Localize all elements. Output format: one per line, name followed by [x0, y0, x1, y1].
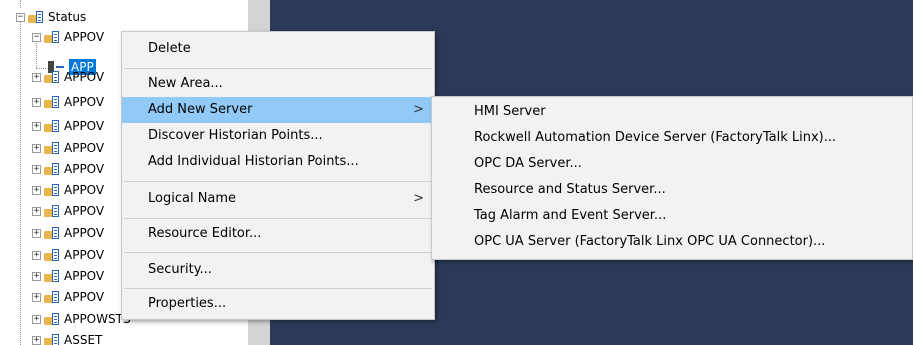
area-folder-icon — [44, 312, 61, 326]
menu-separator — [124, 68, 432, 69]
area-folder-icon — [44, 204, 61, 218]
context-menu: Delete New Area... Add New Server > Disco… — [121, 31, 435, 320]
add-new-server-submenu: HMI Server Rockwell Automation Device Se… — [431, 96, 913, 260]
menu-separator — [124, 181, 432, 182]
tree-item-label: APPOV — [64, 226, 105, 240]
submenu-arrow-icon: > — [413, 191, 424, 206]
tree-item[interactable]: + APPOV — [32, 287, 104, 307]
menu-item-logical-name[interactable]: Logical Name > — [122, 186, 434, 212]
area-folder-icon — [44, 141, 61, 155]
submenu-item-label: Resource and Status Server... — [474, 182, 666, 197]
submenu-item-opc-ua-server[interactable]: OPC UA Server (FactoryTalk Linx OPC UA C… — [432, 229, 912, 255]
tree-item[interactable]: + ASSET — [32, 330, 102, 345]
submenu-item-label: Tag Alarm and Event Server... — [474, 208, 667, 223]
area-folder-icon — [44, 183, 61, 197]
menu-item-label: Resource Editor... — [148, 226, 262, 241]
tree-item[interactable]: + APPOV — [32, 67, 104, 87]
menu-item-discover-historian-points[interactable]: Discover Historian Points... — [122, 123, 434, 149]
area-folder-icon — [44, 95, 61, 109]
area-folder-icon — [44, 162, 61, 176]
tree-item-label: APPOV — [64, 269, 105, 283]
area-folder-icon — [44, 70, 61, 84]
tree-item[interactable]: + APPOV — [32, 201, 104, 221]
menu-item-label: Logical Name — [148, 191, 237, 206]
expand-icon[interactable]: + — [32, 206, 41, 216]
menu-item-delete[interactable]: Delete — [122, 36, 434, 62]
menu-item-add-individual-historian-points[interactable]: Add Individual Historian Points... — [122, 149, 434, 175]
submenu-item-device-server[interactable]: Rockwell Automation Device Server (Facto… — [432, 125, 912, 151]
submenu-item-label: OPC UA Server (FactoryTalk Linx OPC UA C… — [474, 234, 826, 249]
tree-item[interactable]: + APPOV — [32, 92, 104, 112]
menu-item-new-area[interactable]: New Area... — [122, 71, 434, 97]
menu-item-label: Add Individual Historian Points... — [148, 154, 359, 169]
expand-icon[interactable]: + — [32, 143, 41, 153]
expand-icon[interactable]: + — [32, 250, 41, 260]
menu-separator — [124, 288, 432, 289]
menu-item-label: Security... — [148, 262, 212, 277]
menu-item-properties[interactable]: Properties... — [122, 291, 434, 317]
menu-item-add-new-server[interactable]: Add New Server > — [122, 97, 434, 123]
tree-item[interactable]: + APPOV — [32, 138, 104, 158]
tree-item[interactable]: + APPOV — [32, 116, 104, 136]
menu-item-label: Add New Server — [148, 102, 253, 117]
submenu-item-label: Rockwell Automation Device Server (Facto… — [474, 130, 837, 145]
area-folder-icon — [44, 226, 61, 240]
expand-icon[interactable]: + — [32, 121, 41, 131]
expand-icon[interactable]: + — [32, 164, 41, 174]
tree-item-label: APPOV — [64, 30, 105, 44]
menu-item-label: Delete — [148, 41, 191, 56]
tree-item-status[interactable]: − Status — [16, 7, 86, 27]
tree-item-label: APPOV — [64, 141, 105, 155]
expand-icon[interactable]: + — [32, 72, 41, 82]
tree-item-label: APPOV — [64, 183, 105, 197]
tree-item[interactable]: + APPOWSTS — [32, 309, 131, 329]
submenu-item-label: HMI Server — [474, 104, 546, 119]
expand-icon[interactable]: + — [32, 97, 41, 107]
tree-item[interactable]: + APPOV — [32, 159, 104, 179]
collapse-icon[interactable]: − — [32, 32, 41, 42]
area-folder-icon — [44, 290, 61, 304]
tree-item-expanded[interactable]: − APPOV — [32, 27, 104, 47]
area-folder-icon — [44, 248, 61, 262]
menu-separator — [124, 218, 432, 219]
tree-connector — [20, 20, 21, 345]
tree-item-label: Status — [48, 10, 87, 24]
expand-icon[interactable]: + — [32, 185, 41, 195]
expand-icon[interactable]: + — [32, 292, 41, 302]
menu-item-security[interactable]: Security... — [122, 257, 434, 283]
area-folder-icon — [44, 333, 61, 345]
submenu-item-hmi-server[interactable]: HMI Server — [432, 99, 912, 125]
tree-item-label: APPOV — [64, 95, 105, 109]
expand-icon[interactable]: + — [32, 335, 41, 345]
menu-item-label: Properties... — [148, 296, 227, 311]
menu-separator — [124, 252, 432, 253]
tree-item-label: APPOV — [64, 162, 105, 176]
tree-item-label: APPOV — [64, 248, 105, 262]
tree-item[interactable]: + APPOV — [32, 266, 104, 286]
tree-item-label: APPOV — [64, 290, 105, 304]
expand-icon[interactable]: + — [32, 271, 41, 281]
menu-item-label: New Area... — [148, 76, 223, 91]
tree-item[interactable]: + APPOV — [32, 180, 104, 200]
submenu-item-resource-status-server[interactable]: Resource and Status Server... — [432, 177, 912, 203]
submenu-item-label: OPC DA Server... — [474, 156, 582, 171]
tree-item-label: APPOV — [64, 119, 105, 133]
tree-item[interactable]: + APPOV — [32, 223, 104, 243]
submenu-arrow-icon: > — [413, 102, 424, 117]
collapse-icon[interactable]: − — [16, 12, 25, 22]
tree-item-label: ASSET — [64, 333, 103, 345]
area-folder-icon — [44, 269, 61, 283]
menu-item-label: Discover Historian Points... — [148, 128, 323, 143]
tree-item-label: APPOV — [64, 204, 105, 218]
expand-icon[interactable]: + — [32, 228, 41, 238]
submenu-item-opc-da-server[interactable]: OPC DA Server... — [432, 151, 912, 177]
area-folder-icon — [44, 119, 61, 133]
area-folder-icon — [44, 30, 61, 44]
submenu-item-tag-alarm-event-server[interactable]: Tag Alarm and Event Server... — [432, 203, 912, 229]
tree-item[interactable]: + APPOV — [32, 245, 104, 265]
menu-item-resource-editor[interactable]: Resource Editor... — [122, 221, 434, 247]
tree-item-label: APPOV — [64, 70, 105, 84]
area-folder-icon — [28, 10, 45, 24]
expand-icon[interactable]: + — [32, 314, 41, 324]
